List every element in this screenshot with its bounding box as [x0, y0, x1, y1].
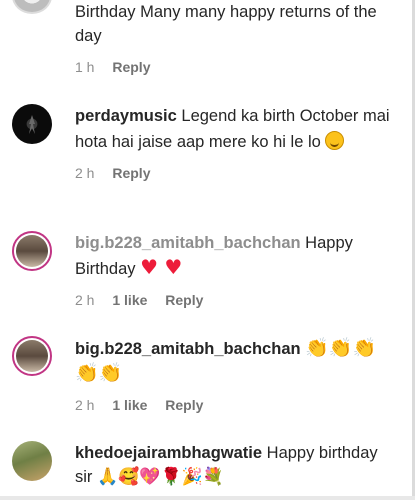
likes-count[interactable]: 1 like — [112, 397, 147, 413]
comment-time[interactable]: 2 h — [75, 165, 94, 181]
comment-username[interactable]: khedoejairambhagwatie — [75, 444, 262, 462]
reply-button[interactable]: Reply — [165, 292, 203, 308]
comment-username[interactable]: big.b228_amitabh_bachchan — [75, 340, 301, 358]
upside-down-face-emoji — [325, 131, 345, 150]
comment-meta: 2 h 1 like Reply — [75, 396, 395, 414]
likes-count[interactable]: 1 like — [112, 292, 147, 308]
comment-meta: 2 h Reply — [75, 164, 395, 182]
dark-music-avatar-icon[interactable] — [12, 104, 52, 144]
heart-emoji: ♥ ♥ — [140, 255, 183, 279]
comment-username[interactable]: big.b228_amitabh_bachchan — [75, 234, 301, 252]
comment-text: perdaymusic Legend ka birth October mai … — [75, 104, 395, 154]
reply-button[interactable]: Reply — [165, 397, 203, 413]
portrait-avatar-icon[interactable] — [12, 231, 52, 271]
comment-text: khedoejairambhagwatie Happy birthday sir… — [75, 441, 395, 489]
comment-meta: 2 h 1 like Reply — [75, 291, 395, 309]
reply-button[interactable]: Reply — [112, 165, 150, 181]
reply-button[interactable]: Reply — [112, 59, 150, 75]
divider — [0, 496, 415, 500]
comment-username[interactable]: perdaymusic — [75, 107, 177, 125]
comment-time[interactable]: 2 h — [75, 397, 94, 413]
comment-text: big.b228_amitabh_bachchan Happy Birthday… — [75, 231, 395, 281]
comment-text: Birthday Many many happy returns of the … — [75, 3, 377, 45]
outdoor-avatar-icon[interactable] — [12, 441, 52, 481]
comment-text: big.b228_amitabh_bachchan 👏👏👏👏👏 — [75, 336, 395, 386]
comment-meta: 1 h Reply — [75, 58, 395, 76]
music-silhouette-icon — [29, 115, 35, 134]
comment-time[interactable]: 1 h — [75, 59, 94, 75]
comment-time[interactable]: 2 h — [75, 292, 94, 308]
avatar-partial-icon[interactable] — [12, 0, 52, 14]
emoji-sequence: 🙏🥰💖🌹🎉💐 — [97, 467, 225, 487]
portrait-avatar-icon[interactable] — [12, 336, 52, 376]
